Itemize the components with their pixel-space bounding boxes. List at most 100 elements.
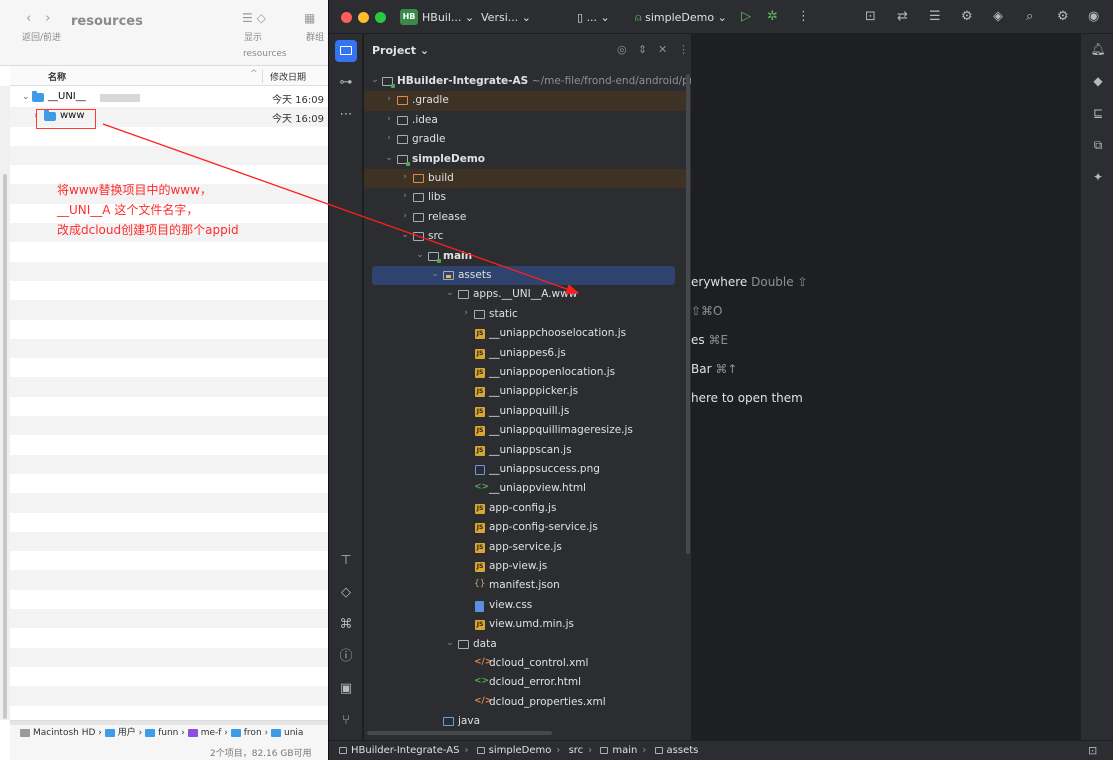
gear-icon[interactable]: ⚙ <box>1057 9 1069 24</box>
tree-item-file[interactable]: JS __uniappes6.js <box>364 344 691 363</box>
gemini-icon[interactable]: ✦ <box>1089 170 1107 188</box>
chevron-down-icon[interactable]: ⌄ <box>370 75 380 85</box>
breadcrumb-item[interactable]: Macintosh HD <box>33 728 95 738</box>
tree-item-file[interactable]: JS __uniapppicker.js <box>364 382 691 401</box>
run-icon[interactable]: ▷ <box>741 9 751 24</box>
build-variants-icon[interactable]: ⊤ <box>335 550 357 572</box>
breadcrumb-item[interactable]: assets <box>667 745 699 756</box>
column-name-header[interactable]: 名称 <box>48 70 66 83</box>
tree-item-file[interactable]: JS app-service.js <box>364 538 691 557</box>
device-manager-icon[interactable]: ⊡ <box>865 9 876 24</box>
run-config-selector[interactable]: ⍝ simpleDemo ⌄ <box>635 11 727 25</box>
device-selector[interactable]: ▯ ... ⌄ <box>577 11 610 24</box>
breadcrumb-item[interactable]: 用户 <box>118 728 136 738</box>
group-icon[interactable]: ▦ <box>304 11 315 25</box>
tree-item-idea[interactable]: › .idea <box>364 111 691 130</box>
tree-item-file[interactable]: </> dcloud_properties.xml <box>364 693 691 712</box>
chevron-down-icon[interactable]: ⌄ <box>430 269 440 279</box>
collapse-all-icon[interactable]: ✕ <box>658 43 667 56</box>
terminal-icon[interactable]: ▣ <box>335 678 357 700</box>
tree-item-file[interactable]: JS app-view.js <box>364 557 691 576</box>
tree-item-data[interactable]: ⌄ data <box>364 635 691 654</box>
resource-manager-icon[interactable]: ⊶ <box>335 72 357 94</box>
breadcrumb-item[interactable]: me-f <box>201 728 222 738</box>
vcs-selector[interactable]: Versi... ⌄ <box>481 11 531 24</box>
chevron-down-icon[interactable]: ⌄ <box>445 638 455 648</box>
breadcrumb-item[interactable]: fron <box>244 728 262 738</box>
tree-item-gradle[interactable]: › gradle <box>364 130 691 149</box>
chevron-down-icon[interactable]: ⌄ <box>22 92 30 102</box>
project-badge[interactable]: HB <box>400 9 418 25</box>
tree-item-static[interactable]: › static <box>364 305 691 324</box>
translate-icon[interactable]: ⇄ <box>897 9 908 24</box>
tree-item-file[interactable]: <> __uniappview.html <box>364 479 691 498</box>
breadcrumb-item[interactable]: HBuilder-Integrate-AS <box>351 745 459 756</box>
layout-inspector-icon[interactable]: ☰ <box>929 9 941 24</box>
sort-chevron-icon[interactable]: ^ <box>250 69 258 79</box>
more-icon[interactable]: ⋮ <box>797 9 810 24</box>
status-widget-icon[interactable]: ⊡ <box>1088 744 1097 757</box>
project-selector[interactable]: HBuil... ⌄ <box>422 11 474 24</box>
tree-item-file[interactable]: JS app-config-service.js <box>364 518 691 537</box>
logcat-icon[interactable]: ⌘ <box>335 614 357 636</box>
tree-item-java[interactable]: java <box>364 712 691 731</box>
gradle-icon[interactable]: ◆ <box>1089 74 1107 92</box>
list-item[interactable]: ⌄ __UNI__ 今天 16:09 <box>10 88 340 107</box>
finder-scroll-thumb[interactable] <box>3 174 7 719</box>
zoom-window-button[interactable] <box>375 12 386 23</box>
breadcrumb-item[interactable]: unia <box>284 728 303 738</box>
tree-item-file[interactable]: JS __uniappscan.js <box>364 441 691 460</box>
tree-vertical-scrollbar[interactable] <box>686 74 690 554</box>
breadcrumb-item[interactable]: main <box>612 745 637 756</box>
project-panel-title[interactable]: Project ⌄ <box>372 44 429 57</box>
tree-item-file[interactable]: {} manifest.json <box>364 576 691 595</box>
chevron-right-icon[interactable]: › <box>461 308 471 318</box>
options-icon[interactable]: ⋮ <box>678 43 689 56</box>
git-icon[interactable]: ⑂ <box>335 710 357 732</box>
gem-icon[interactable]: ◇ <box>335 582 357 604</box>
tree-item-build[interactable]: › build <box>364 169 691 189</box>
tree-horizontal-scrollbar[interactable] <box>367 731 552 735</box>
chevron-down-icon[interactable]: ⌄ <box>415 250 425 260</box>
tree-item-file[interactable]: __uniappsuccess.png <box>364 460 691 479</box>
more-tools-icon[interactable]: ⋯ <box>335 104 357 126</box>
list-view-icon[interactable]: ☰ ◇ <box>242 11 266 25</box>
tree-item-libs[interactable]: › libs <box>364 188 691 207</box>
debug-icon[interactable]: ✲ <box>767 9 778 24</box>
tree-item-file[interactable]: JS app-config.js <box>364 499 691 518</box>
chevron-right-icon[interactable]: › <box>384 114 394 124</box>
search-icon[interactable]: ⌕ <box>1026 9 1033 24</box>
chevron-right-icon[interactable]: › <box>400 211 410 221</box>
tree-item-root[interactable]: ⌄ HBuilder-Integrate-AS ~/me-file/frond-… <box>364 72 702 91</box>
problems-icon[interactable]: ⓘ <box>335 646 357 668</box>
android-sdk-icon[interactable]: ◈ <box>993 9 1003 24</box>
tree-item-release[interactable]: › release <box>364 208 691 227</box>
close-window-button[interactable] <box>341 12 352 23</box>
device-file-icon[interactable]: ⊑ <box>1089 106 1107 124</box>
tree-item-gradle-dot[interactable]: › .gradle <box>364 91 691 111</box>
tree-item-main[interactable]: ⌄ main <box>364 247 691 266</box>
tree-item-file[interactable]: </> dcloud_control.xml <box>364 654 691 673</box>
tree-item-file[interactable]: JS __uniappopenlocation.js <box>364 363 691 382</box>
project-tool-button[interactable] <box>335 40 357 62</box>
tree-item-file[interactable]: JS __uniappquillimageresize.js <box>364 421 691 440</box>
tree-item-src[interactable]: ⌄ src <box>364 227 691 246</box>
tree-item-file[interactable]: JS __uniappquill.js <box>364 402 691 421</box>
chevron-right-icon[interactable]: › <box>384 94 394 104</box>
breadcrumb-item[interactable]: src <box>569 745 584 756</box>
minimize-window-button[interactable] <box>358 12 369 23</box>
column-date-header[interactable]: 修改日期 <box>270 70 306 83</box>
tree-item-file[interactable]: view.css <box>364 596 691 615</box>
locate-icon[interactable]: ◎ <box>617 43 627 56</box>
chevron-right-icon[interactable]: › <box>384 133 394 143</box>
chevron-right-icon[interactable]: › <box>400 172 410 182</box>
account-icon[interactable]: ◉ <box>1088 9 1099 24</box>
tree-item-simpledemo[interactable]: ⌄ simpleDemo <box>364 150 691 169</box>
tree-item-file[interactable]: JS __uniappchooselocation.js <box>364 324 691 343</box>
tree-item-file[interactable]: <> dcloud_error.html <box>364 673 691 692</box>
breadcrumb-item[interactable]: funn <box>158 728 178 738</box>
tree-item-file[interactable]: JS view.umd.min.js <box>364 615 691 634</box>
expand-all-icon[interactable]: ⇕ <box>638 43 647 56</box>
chevron-down-icon[interactable]: ⌄ <box>384 153 394 163</box>
chevron-down-icon[interactable]: ⌄ <box>445 288 455 298</box>
